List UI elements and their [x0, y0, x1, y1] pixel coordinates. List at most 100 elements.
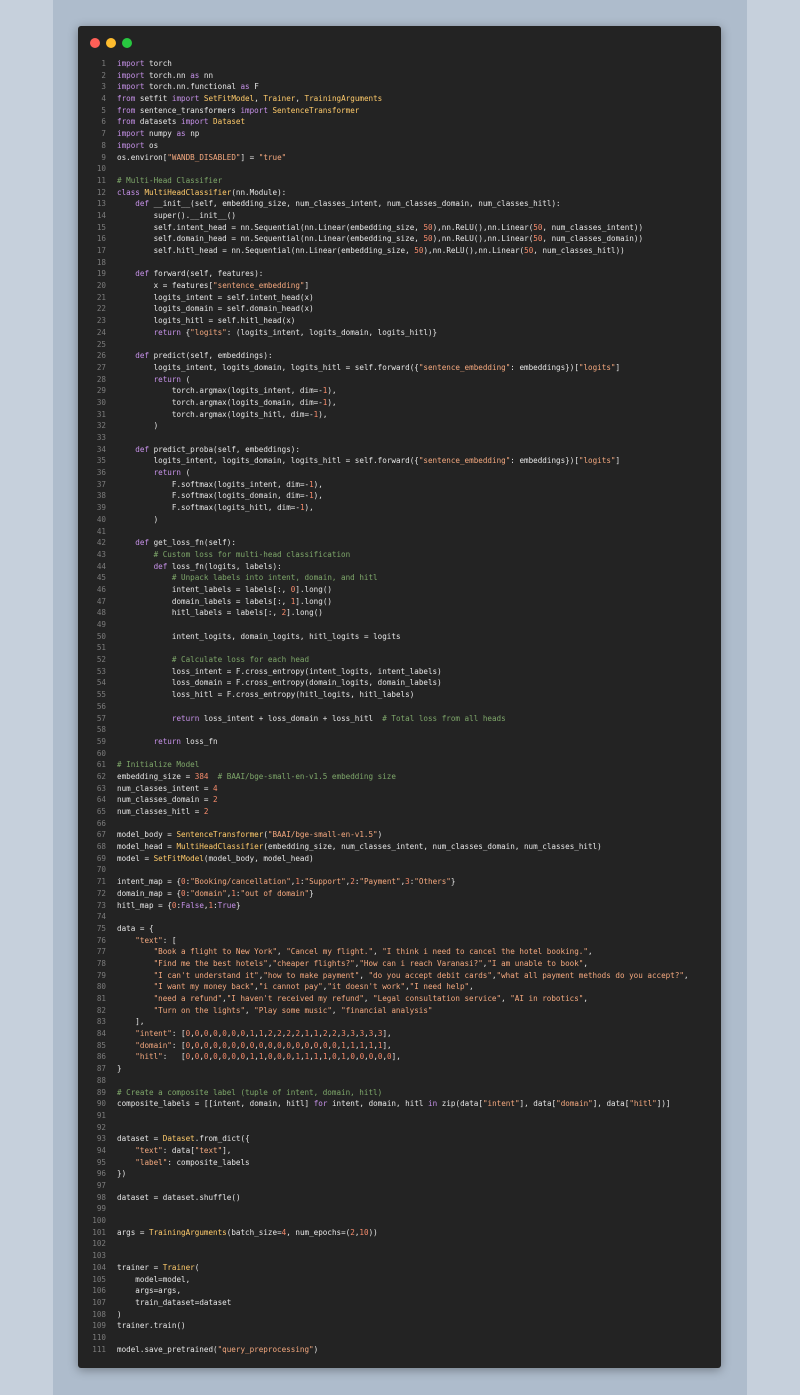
code-line: 90 composite_labels = [[intent, domain, h… [78, 1098, 721, 1110]
code-text: return ( [153, 468, 191, 478]
code-text: intent_logits, domain_logits, hitl_logit… [171, 631, 401, 641]
window-titlebar [78, 26, 721, 60]
line-number: 36 [96, 468, 106, 478]
code-line: 6 from datasets import Dataset [78, 116, 721, 128]
code-line: 93 dataset = Dataset.from_dict({ [78, 1133, 721, 1145]
code-line: 67 model_body = SentenceTransformer("BAAI… [78, 829, 721, 841]
line-number: 45 [96, 573, 106, 583]
code-line: 16 self.domain_head = nn.Sequential(nn.L… [78, 233, 721, 245]
code-text: def get_loss_fn(self): [135, 538, 236, 548]
code-text: return loss_intent + loss_domain + loss_… [171, 713, 506, 723]
line-number: 80 [96, 982, 106, 992]
code-line: 46 intent_labels = labels[:, 0].long() [78, 584, 721, 596]
code-line: 101 args = TrainingArguments(batch_size=4… [78, 1227, 721, 1239]
line-number: 64 [96, 795, 106, 805]
line-number: 110 [92, 1332, 106, 1342]
line-number: 6 [101, 117, 106, 127]
code-line: 56 [78, 701, 721, 713]
code-text: F.softmax(logits_hitl, dim=-1), [171, 503, 314, 513]
code-line: 85 "domain": [0,0,0,0,0,0,0,0,0,0,0,0,0,… [78, 1040, 721, 1052]
line-number: 41 [96, 526, 106, 536]
code-text: class MultiHeadClassifier(nn.Module): [117, 187, 287, 197]
line-number: 77 [96, 947, 106, 957]
code-text: num_classes_domain = 2 [117, 795, 218, 805]
code-line: 73 hitl_map = {0:False,1:True} [78, 900, 721, 912]
code-line: 55 loss_hitl = F.cross_entropy(hitl_logi… [78, 689, 721, 701]
code-line: 78 "Find me the best hotels","cheaper fl… [78, 958, 721, 970]
line-number: 93 [96, 1134, 106, 1144]
code-text: "intent": [0,0,0,0,0,0,0,1,1,2,2,2,2,1,1… [135, 1029, 392, 1039]
line-number: 29 [96, 386, 106, 396]
code-line: 71 intent_map = {0:"Booking/cancellation"… [78, 876, 721, 888]
line-number: 98 [96, 1192, 106, 1202]
code-line: 40 ) [78, 514, 721, 526]
line-number: 55 [96, 690, 106, 700]
line-number: 75 [96, 923, 106, 933]
code-line: 25 [78, 339, 721, 351]
minimize-window-button[interactable] [106, 38, 116, 48]
code-line: 1 import torch [78, 58, 721, 70]
code-text: num_classes_hitl = 2 [117, 807, 209, 816]
line-number: 59 [96, 736, 106, 746]
code-text: import torch.nn.functional as F [117, 82, 259, 92]
line-number: 51 [96, 643, 106, 653]
code-text: composite_labels = [[intent, domain, hit… [117, 1099, 671, 1109]
close-window-button[interactable] [90, 38, 100, 48]
code-text: def predict_proba(self, embeddings): [135, 444, 300, 454]
code-text: hitl_labels = labels[:, 2].long() [171, 608, 323, 618]
code-text: "I want my money back","i cannot pay","i… [153, 982, 474, 992]
line-number: 101 [92, 1227, 106, 1237]
code-line: 77 "Book a flight to New York", "Cancel … [78, 946, 721, 958]
code-text: loss_hitl = F.cross_entropy(hitl_logits,… [171, 690, 415, 700]
line-number: 30 [96, 397, 106, 407]
line-number: 5 [101, 105, 106, 115]
code-line: 13 def __init__(self, embedding_size, nu… [78, 198, 721, 210]
code-line: 105 model=model, [78, 1274, 721, 1286]
code-text: "I can't understand it","how to make pay… [153, 970, 689, 980]
line-number: 32 [96, 421, 106, 431]
code-line: 33 [78, 432, 721, 444]
line-number: 13 [96, 199, 106, 209]
code-line: 96}) [78, 1168, 721, 1180]
code-line: 102 [78, 1238, 721, 1250]
code-text: torch.argmax(logits_hitl, dim=-1), [171, 409, 328, 419]
line-number: 18 [96, 257, 106, 267]
code-line: 10 [78, 163, 721, 175]
code-text: model=model, [135, 1274, 191, 1284]
line-number: 94 [96, 1145, 106, 1155]
line-number: 50 [96, 631, 106, 641]
code-line: 11 # Multi-Head Classifier [78, 175, 721, 187]
code-line: 103 [78, 1250, 721, 1262]
code-line: 108) [78, 1309, 721, 1321]
code-line: 107 train_dataset=dataset [78, 1297, 721, 1309]
line-number: 39 [96, 503, 106, 513]
code-text: return loss_fn [153, 736, 218, 746]
maximize-window-button[interactable] [122, 38, 132, 48]
code-line: 64 num_classes_domain = 2 [78, 794, 721, 806]
code-text: # Initialize Model [117, 760, 200, 770]
code-text: "domain": [0,0,0,0,0,0,0,0,0,0,0,0,0,0,0… [135, 1040, 392, 1050]
code-line: 45 # Unpack labels into intent, domain, … [78, 572, 721, 584]
line-number: 102 [92, 1239, 106, 1249]
line-number: 34 [96, 444, 106, 454]
code-text: self.intent_head = nn.Sequential(nn.Line… [153, 222, 644, 232]
line-number: 49 [96, 620, 106, 629]
code-text: logits_intent = self.intent_head(x) [153, 292, 314, 302]
line-number: 58 [96, 725, 106, 735]
code-line: 110 [78, 1332, 721, 1344]
line-number: 71 [96, 877, 106, 887]
line-number: 86 [96, 1052, 106, 1062]
code-line: 70 [78, 864, 721, 876]
code-text: from sentence_transformers import Senten… [117, 105, 360, 115]
code-text: intent_map = {0:"Booking/cancellation",1… [117, 877, 456, 887]
code-line: 82 "Turn on the lights", "Play some musi… [78, 1005, 721, 1017]
code-text: args = TrainingArguments(batch_size=4, n… [117, 1227, 378, 1237]
code-line: 36 return ( [78, 467, 721, 479]
line-number: 73 [96, 900, 106, 910]
line-number: 11 [96, 175, 106, 185]
code-line: 59 return loss_fn [78, 736, 721, 748]
line-number: 99 [96, 1204, 106, 1214]
code-line: 26 def predict(self, embeddings): [78, 350, 721, 362]
line-number: 79 [96, 970, 106, 980]
code-text: "text": [ [135, 935, 177, 945]
